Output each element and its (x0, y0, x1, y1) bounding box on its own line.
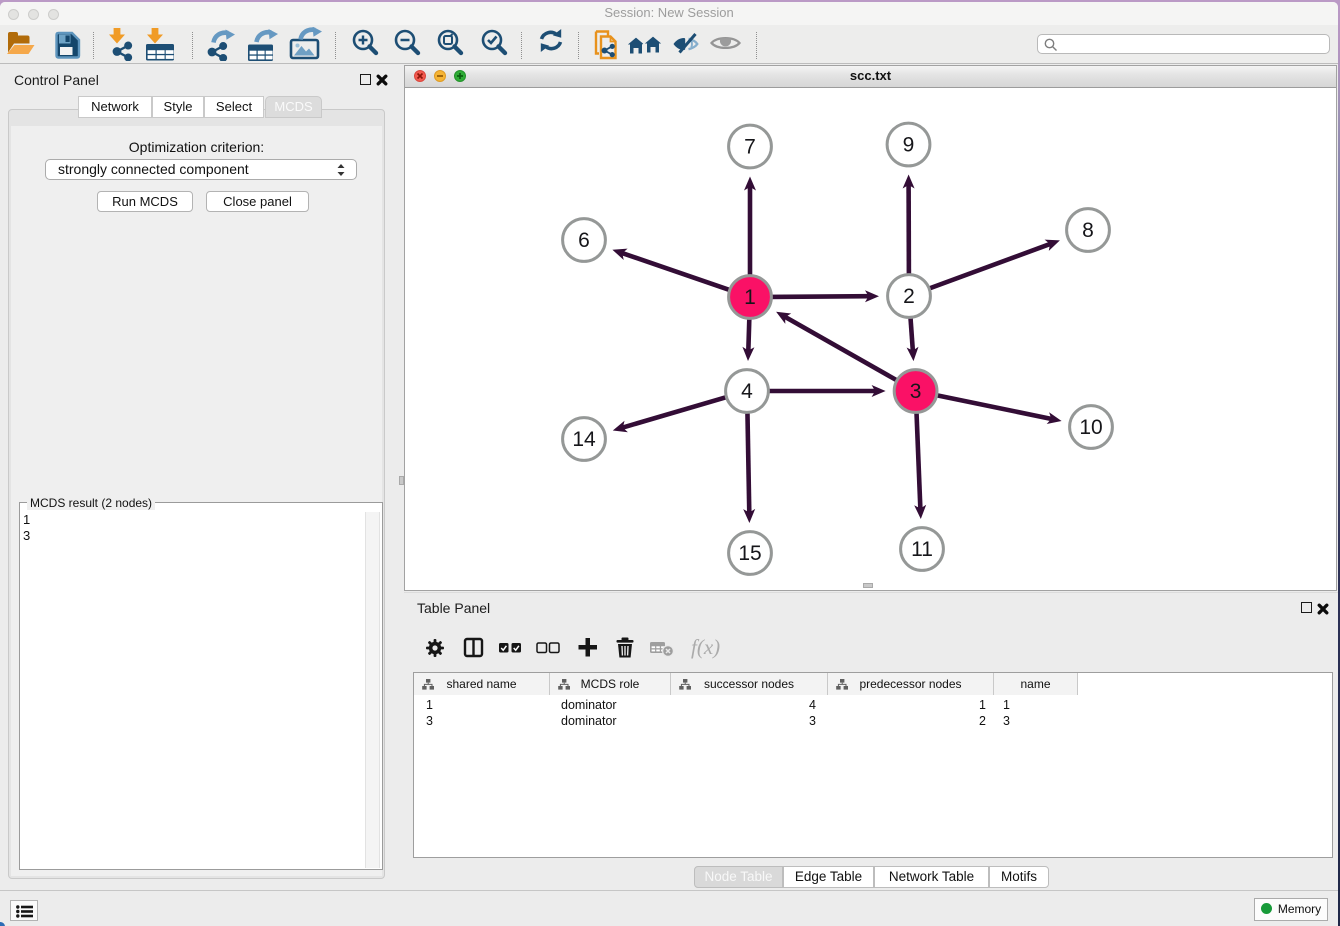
svg-text:6: 6 (578, 229, 590, 252)
svg-text:15: 15 (738, 542, 761, 565)
svg-text:7: 7 (744, 136, 756, 159)
svg-text:11: 11 (911, 538, 933, 561)
svg-text:1: 1 (744, 286, 756, 309)
svg-text:f(x): f(x) (691, 635, 720, 659)
svg-text:2: 2 (903, 285, 915, 308)
svg-text:8: 8 (1082, 219, 1094, 242)
svg-text:10: 10 (1079, 416, 1102, 439)
svg-text:14: 14 (572, 428, 596, 451)
svg-text:4: 4 (741, 380, 753, 403)
svg-text:9: 9 (903, 134, 915, 157)
svg-text:3: 3 (910, 380, 922, 403)
